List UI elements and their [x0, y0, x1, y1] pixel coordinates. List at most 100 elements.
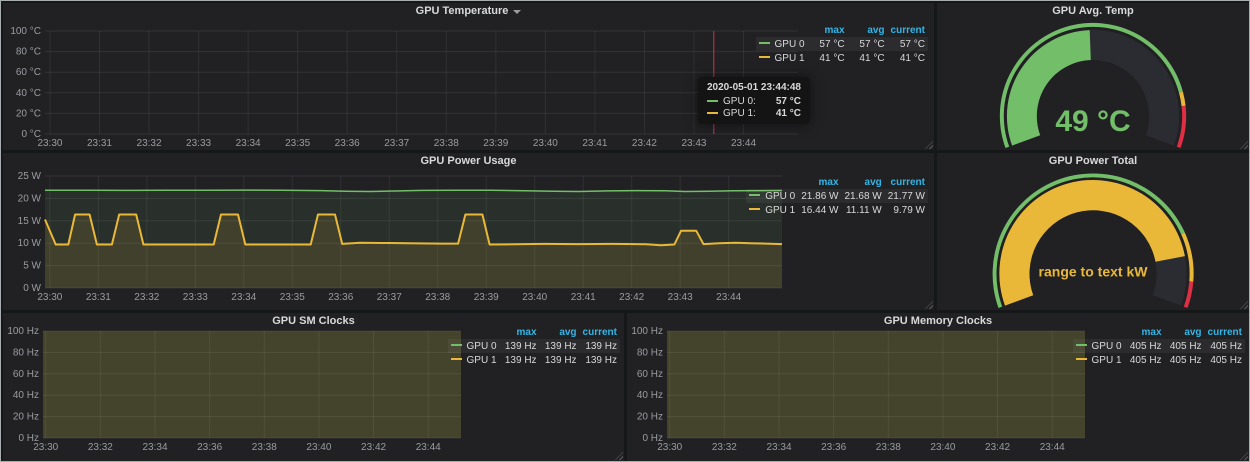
x-tick-label: 23:42 [985, 442, 1010, 453]
legend-header-row: maxavgcurrent [756, 23, 928, 37]
legend-series-gpu-1[interactable]: GPU 1 [448, 353, 500, 367]
series-dash-icon [749, 208, 760, 210]
legend-header-current[interactable]: current [885, 175, 928, 189]
panel-title[interactable]: GPU Avg. Temp [1052, 3, 1134, 19]
panel-gpu-power-usage: GPU Power Usage 0 W5 W10 W15 W20 W25 W23… [3, 153, 934, 310]
panel-resize-handle[interactable] [1240, 452, 1248, 460]
legend-series-gpu-1[interactable]: GPU 1 [756, 51, 808, 65]
series-dash-icon [1076, 358, 1087, 360]
chart-tooltip: 2020-05-01 23:44:48 GPU 0: 57 °C GPU 1: … [698, 77, 810, 124]
legend-stat-value: 9.79 W [885, 203, 928, 217]
panel-menu-caret-icon[interactable] [513, 10, 521, 14]
y-tick-label: 5 W [23, 261, 41, 272]
x-tick-label: 23:40 [533, 138, 558, 149]
panel-resize-handle[interactable] [925, 141, 933, 149]
y-tick-label: 20 W [18, 193, 42, 204]
series-area-GPU 1 [43, 331, 461, 438]
y-tick-label: 10 W [18, 238, 42, 249]
panel-gpu-memory-clocks: GPU Memory Clocks 0 Hz20 Hz40 Hz60 Hz80 … [627, 313, 1249, 461]
panel-title[interactable]: GPU Power Usage [421, 153, 517, 169]
panel-header[interactable]: GPU Temperature [3, 3, 934, 19]
legend-stat-value: 139 Hz [500, 353, 540, 367]
y-tick-label: 40 °C [16, 88, 41, 99]
series-dash-icon [759, 42, 770, 44]
series-dash-icon [707, 100, 718, 102]
panel-header[interactable]: GPU SM Clocks [3, 313, 624, 329]
legend-header-max[interactable]: max [808, 23, 848, 37]
legend-stat-value: 57 °C [848, 37, 888, 51]
panel-title[interactable]: GPU Power Total [1049, 153, 1137, 169]
memory-clocks-chart[interactable]: 0 Hz20 Hz40 Hz60 Hz80 Hz100 Hz23:3023:32… [629, 325, 1099, 461]
tooltip-row-gpu0: GPU 0: 57 °C [707, 96, 801, 107]
panel-header[interactable]: GPU Avg. Temp [937, 3, 1249, 19]
legend-header-current[interactable]: current [888, 23, 928, 37]
x-tick-label: 23:36 [328, 292, 353, 303]
legend-header-avg[interactable]: avg [842, 175, 885, 189]
x-tick-label: 23:37 [377, 292, 402, 303]
y-tick-label: 25 W [18, 171, 42, 182]
legend-stat-value: 57 °C [888, 37, 928, 51]
legend-stat-value: 139 Hz [580, 353, 620, 367]
panel-header[interactable]: GPU Power Total [937, 153, 1249, 169]
x-tick-label: 23:32 [134, 292, 159, 303]
legend-stat-value: 405 Hz [1125, 353, 1165, 367]
panel-header[interactable]: GPU Power Usage [3, 153, 934, 169]
x-tick-label: 23:40 [306, 442, 331, 453]
y-tick-label: 60 Hz [13, 369, 39, 380]
sm-clocks-chart[interactable]: 0 Hz20 Hz40 Hz60 Hz80 Hz100 Hz23:3023:32… [5, 325, 475, 461]
panel-resize-handle[interactable] [925, 301, 933, 309]
legend-stat-value: 139 Hz [580, 339, 620, 353]
avg-temp-gauge[interactable]: 49 °C [937, 19, 1249, 150]
legend-header-max[interactable]: max [798, 175, 841, 189]
panel-gpu-avg-temp: GPU Avg. Temp 49 °C [937, 3, 1249, 150]
x-tick-label: 23:43 [681, 138, 706, 149]
legend-series-label: GPU 0 [765, 191, 795, 202]
series-dash-icon [759, 56, 770, 58]
x-tick-label: 23:32 [137, 138, 162, 149]
series-area-GPU 1 [667, 331, 1085, 438]
panel-title[interactable]: GPU Temperature [416, 3, 509, 19]
legend-series-gpu-1[interactable]: GPU 1 [1073, 353, 1125, 367]
memory-clocks-legend: maxavgcurrentGPU 0405 Hz405 Hz405 HzGPU … [1073, 325, 1245, 367]
x-tick-label: 23:30 [37, 138, 62, 149]
legend-stat-value: 41 °C [888, 51, 928, 65]
power-usage-chart[interactable]: 0 W5 W10 W15 W20 W25 W23:3023:3123:3223:… [7, 167, 802, 309]
legend-series-gpu-0[interactable]: GPU 0 [756, 37, 808, 51]
x-tick-label: 23:44 [716, 292, 741, 303]
temperature-chart[interactable]: 0 °C20 °C40 °C60 °C80 °C100 °C23:3023:31… [7, 19, 802, 149]
sm-clocks-legend: maxavgcurrentGPU 0139 Hz139 Hz139 HzGPU … [448, 325, 620, 367]
legend-series-gpu-0[interactable]: GPU 0 [448, 339, 500, 353]
legend-series-gpu-1[interactable]: GPU 1 [746, 203, 798, 217]
legend-table: maxavgcurrentGPU 0405 Hz405 Hz405 HzGPU … [1073, 325, 1245, 367]
panel-title[interactable]: GPU Memory Clocks [884, 313, 992, 329]
y-tick-label: 60 Hz [637, 369, 663, 380]
y-tick-label: 80 °C [16, 47, 41, 58]
gauge-value: range to text kW [1039, 264, 1149, 280]
legend-row: GPU 057 °C57 °C57 °C [756, 37, 928, 51]
panel-gpu-sm-clocks: GPU SM Clocks 0 Hz20 Hz40 Hz60 Hz80 Hz10… [3, 313, 624, 461]
x-tick-label: 23:31 [86, 292, 111, 303]
legend-row: GPU 1405 Hz405 Hz405 Hz [1073, 353, 1245, 367]
power-total-gauge[interactable]: range to text kW [937, 169, 1249, 310]
legend-series-gpu-0[interactable]: GPU 0 [746, 189, 798, 203]
panel-title[interactable]: GPU SM Clocks [272, 313, 355, 329]
legend-stat-value: 405 Hz [1165, 353, 1205, 367]
tooltip-row-gpu1: GPU 1: 41 °C [707, 108, 801, 119]
legend-stat-value: 405 Hz [1205, 353, 1245, 367]
tooltip-series-name: GPU 1: [723, 108, 756, 119]
y-tick-label: 20 Hz [13, 412, 39, 423]
x-tick-label: 23:34 [236, 138, 261, 149]
x-tick-label: 23:32 [712, 442, 737, 453]
tooltip-series-name: GPU 0: [723, 96, 756, 107]
y-tick-label: 40 Hz [13, 390, 39, 401]
panel-header[interactable]: GPU Memory Clocks [627, 313, 1249, 329]
y-tick-label: 80 Hz [13, 347, 39, 358]
panel-resize-handle[interactable] [615, 452, 623, 460]
x-tick-label: 23:30 [37, 292, 62, 303]
legend-series-gpu-0[interactable]: GPU 0 [1073, 339, 1125, 353]
x-tick-label: 23:36 [821, 442, 846, 453]
legend-row: GPU 1139 Hz139 Hz139 Hz [448, 353, 620, 367]
x-tick-label: 23:33 [183, 292, 208, 303]
legend-header-avg[interactable]: avg [848, 23, 888, 37]
legend-table: maxavgcurrentGPU 0139 Hz139 Hz139 HzGPU … [448, 325, 620, 367]
